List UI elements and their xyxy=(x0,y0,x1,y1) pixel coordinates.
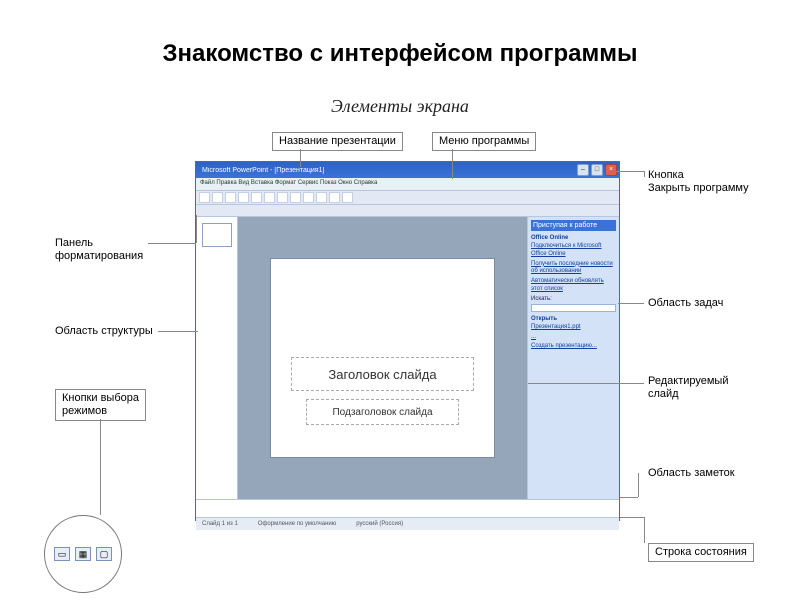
label-close-button: Кнопка Закрыть программу xyxy=(648,169,749,195)
leader-line xyxy=(100,419,101,515)
taskpane-search-input[interactable] xyxy=(531,304,616,312)
leader-line xyxy=(620,497,638,498)
leader-line xyxy=(616,171,644,172)
titlebar: Microsoft PowerPoint - [Презентация1] – … xyxy=(196,162,619,178)
toolbar-button[interactable] xyxy=(251,192,262,203)
standard-toolbar[interactable] xyxy=(196,191,619,205)
taskpane-link[interactable]: Автоматически обновлять этот список xyxy=(531,278,616,294)
status-template: Оформление по умолчанию xyxy=(258,521,336,527)
toolbar-button[interactable] xyxy=(342,192,353,203)
leader-line xyxy=(528,383,644,384)
taskpane-open-label: Открыть xyxy=(531,316,616,322)
toolbar-button[interactable] xyxy=(238,192,249,203)
view-buttons-zoom: ▭ ▦ ▢ xyxy=(44,515,122,593)
toolbar-button[interactable] xyxy=(212,192,223,203)
leader-line xyxy=(196,215,197,243)
toolbar-button[interactable] xyxy=(303,192,314,203)
label-structure-area: Область структуры xyxy=(55,325,153,338)
title-placeholder[interactable]: Заголовок слайда xyxy=(291,357,474,391)
formatting-toolbar[interactable] xyxy=(196,205,619,217)
toolbar-button[interactable] xyxy=(290,192,301,203)
label-view-buttons: Кнопки выбора режимов xyxy=(55,389,146,421)
diagram: Microsoft PowerPoint - [Презентация1] – … xyxy=(0,125,800,595)
toolbar-button[interactable] xyxy=(264,192,275,203)
page-subtitle: Элементы экрана xyxy=(0,96,800,117)
taskpane-header: Приступая к работе xyxy=(531,220,616,231)
sorter-view-icon[interactable]: ▦ xyxy=(75,547,91,561)
status-bar: Слайд 1 из 1 Оформление по умолчанию рус… xyxy=(196,517,619,530)
toolbar-button[interactable] xyxy=(199,192,210,203)
leader-line xyxy=(618,303,644,304)
taskpane-new[interactable]: Создать презентацию... xyxy=(531,343,616,351)
taskpane-recent[interactable]: Презентация1.ppt xyxy=(531,324,616,332)
toolbar-button[interactable] xyxy=(316,192,327,203)
taskpane-link[interactable]: Подключиться к Microsoft Office Online xyxy=(531,243,616,259)
subtitle-placeholder[interactable]: Подзаголовок слайда xyxy=(306,399,459,425)
titlebar-text: Microsoft PowerPoint - [Презентация1] xyxy=(198,167,324,174)
page-title: Знакомство с интерфейсом программы xyxy=(0,0,800,68)
leader-line xyxy=(300,149,301,167)
taskpane-recent[interactable]: ... xyxy=(531,334,616,342)
toolbar-button[interactable] xyxy=(329,192,340,203)
taskpane-search-label: Искать: xyxy=(531,296,616,302)
leader-line xyxy=(620,517,644,518)
label-formatting-panel: Панель форматирования xyxy=(55,237,143,263)
label-presentation-name: Название презентации xyxy=(272,132,403,151)
leader-line xyxy=(638,473,639,497)
menu-bar[interactable]: Файл Правка Вид Вставка Формат Сервис По… xyxy=(196,178,619,191)
status-language: русский (Россия) xyxy=(356,521,403,527)
leader-line xyxy=(148,243,196,244)
slide-canvas: Заголовок слайда Подзаголовок слайда xyxy=(238,217,527,499)
app-window: Microsoft PowerPoint - [Презентация1] – … xyxy=(195,161,620,521)
leader-line xyxy=(158,331,198,332)
notes-pane[interactable] xyxy=(196,499,619,517)
leader-line xyxy=(644,517,645,543)
leader-line xyxy=(452,149,453,179)
normal-view-icon[interactable]: ▭ xyxy=(54,547,70,561)
outline-pane[interactable] xyxy=(196,217,238,499)
window-buttons: – □ × xyxy=(577,164,617,176)
work-area: Заголовок слайда Подзаголовок слайда При… xyxy=(196,217,619,499)
task-pane[interactable]: Приступая к работе Office Online Подключ… xyxy=(527,217,619,499)
minimize-button[interactable]: – xyxy=(577,164,589,176)
label-status-bar: Строка состояния xyxy=(648,543,754,562)
slide-thumbnail[interactable] xyxy=(202,223,232,247)
slideshow-view-icon[interactable]: ▢ xyxy=(96,547,112,561)
label-notes-area: Область заметок xyxy=(648,467,735,480)
close-button[interactable]: × xyxy=(605,164,617,176)
toolbar-button[interactable] xyxy=(277,192,288,203)
leader-line xyxy=(644,171,645,177)
maximize-button[interactable]: □ xyxy=(591,164,603,176)
label-program-menu: Меню программы xyxy=(432,132,536,151)
toolbar-button[interactable] xyxy=(225,192,236,203)
slide[interactable]: Заголовок слайда Подзаголовок слайда xyxy=(270,258,495,458)
status-slide-info: Слайд 1 из 1 xyxy=(202,521,238,527)
label-editable-slide: Редактируемый слайд xyxy=(648,375,729,401)
label-task-pane: Область задач xyxy=(648,297,723,310)
taskpane-link[interactable]: Получить последние новости об использова… xyxy=(531,261,616,277)
taskpane-office-online: Office Online xyxy=(531,235,616,241)
